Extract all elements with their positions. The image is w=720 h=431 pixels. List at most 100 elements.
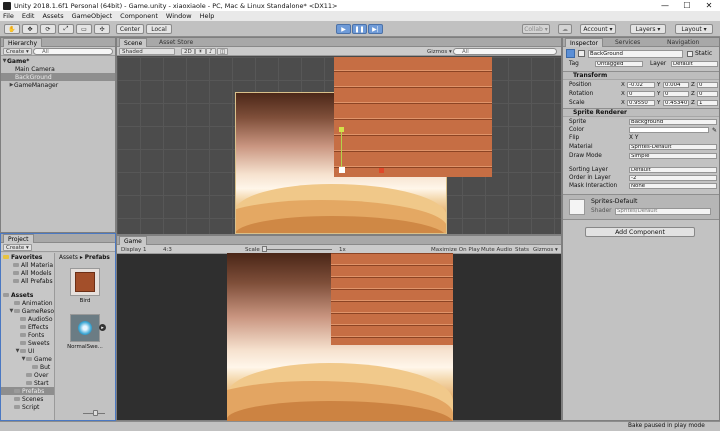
transform-tool-icon[interactable]: ✣ [94, 24, 110, 34]
menu-edit[interactable]: Edit [22, 12, 35, 20]
minimize-button[interactable]: — [654, 0, 676, 11]
pause-button[interactable]: ❚❚ [352, 24, 367, 34]
audio-toggle-icon[interactable]: ♪ [206, 48, 216, 55]
tab-project[interactable]: Project [3, 234, 34, 243]
active-checkbox[interactable] [578, 50, 585, 57]
shading-mode-dropdown[interactable]: Shaded [119, 48, 175, 55]
transform-z-field[interactable]: 1 [697, 99, 718, 107]
favorites-section[interactable]: Favorites [1, 253, 54, 261]
icon-size-slider[interactable] [83, 410, 105, 416]
project-folder-start[interactable]: Start [1, 379, 54, 387]
sprite-renderer-field[interactable]: Simple [629, 152, 717, 160]
transform-y-field[interactable]: 0 [663, 90, 689, 98]
mute-audio-toggle[interactable]: Mute Audio [479, 246, 514, 253]
breadcrumb-assets[interactable]: Assets [59, 255, 78, 261]
sprite-renderer-field[interactable]: -2 [629, 174, 717, 182]
maximize-on-play-toggle[interactable]: Maximize On Play [429, 246, 482, 253]
project-folder-gamereso[interactable]: ▼ GameReso [1, 307, 54, 315]
layers-dropdown[interactable]: Layers ▾ [630, 24, 666, 34]
shader-dropdown[interactable]: Sprites/Default [615, 208, 711, 215]
2d-mode-toggle[interactable]: 2D [181, 48, 195, 55]
close-button[interactable]: ✕ [698, 0, 720, 11]
sprite-renderer-header[interactable]: Sprite Renderer [563, 108, 719, 117]
menu-assets[interactable]: Assets [42, 12, 63, 20]
project-folder-scenes[interactable]: Scenes [1, 395, 54, 403]
project-folder-audioso[interactable]: AudioSo [1, 315, 54, 323]
display-dropdown[interactable]: Display 1 [119, 246, 159, 253]
add-component-button[interactable]: Add Component [585, 227, 695, 237]
account-dropdown[interactable]: Account ▾ [580, 24, 616, 34]
menu-gameobject[interactable]: GameObject [72, 12, 113, 20]
project-folder-script[interactable]: Script [1, 403, 54, 411]
sprite-renderer-field[interactable]: None [629, 182, 717, 190]
hierarchy-item-main-camera[interactable]: Main Camera [1, 65, 115, 73]
tag-dropdown[interactable]: Untagged [595, 60, 643, 68]
prefab-arrow-icon[interactable]: ▸ [99, 324, 106, 331]
transform-x-field[interactable]: -0.02 [627, 81, 655, 89]
rect-tool-icon[interactable]: ▭ [76, 24, 92, 34]
tab-asset-store[interactable]: Asset Store [155, 38, 197, 47]
static-checkbox[interactable] [687, 51, 693, 57]
tab-hierarchy[interactable]: Hierarchy [3, 38, 43, 47]
object-name-field[interactable]: BackGround [588, 50, 683, 58]
project-folder-over[interactable]: Over [1, 371, 54, 379]
project-folder-animation[interactable]: Animation [1, 299, 54, 307]
collab-button[interactable]: Collab ▾ [522, 24, 550, 34]
move-gizmo-x-handle[interactable] [379, 168, 384, 173]
hierarchy-item-gamemanager[interactable]: ▶ GameManager [1, 81, 115, 89]
hierarchy-item-background[interactable]: BackGround [1, 73, 115, 81]
scene-gizmos-dropdown[interactable]: Gizmos ▾ [425, 48, 454, 55]
menu-help[interactable]: Help [200, 12, 215, 20]
project-folder-game[interactable]: ▼ Game [1, 355, 54, 363]
move-gizmo-y-handle[interactable] [339, 127, 344, 132]
project-folder-prefabs[interactable]: Prefabs [1, 387, 54, 395]
menu-component[interactable]: Component [120, 12, 158, 20]
game-render[interactable] [227, 253, 453, 421]
move-gizmo-y-axis[interactable] [341, 130, 342, 172]
tab-inspector[interactable]: Inspector [565, 38, 603, 47]
flip-toggles[interactable]: X Y [629, 135, 638, 141]
project-folder-but[interactable]: But [1, 363, 54, 371]
transform-header[interactable]: Transform [563, 71, 719, 80]
move-gizmo-center[interactable] [339, 167, 345, 173]
sprite-renderer-field[interactable]: Sprites-Default [629, 143, 717, 151]
tab-services[interactable]: Services [611, 38, 644, 47]
hierarchy-search-input[interactable]: All [33, 48, 113, 55]
maximize-button[interactable]: ☐ [676, 0, 698, 11]
sprite-renderer-field[interactable]: Default [629, 166, 717, 174]
scale-slider[interactable] [262, 246, 332, 252]
project-folder-sweets[interactable]: Sweets [1, 339, 54, 347]
project-folder-effects[interactable]: Effects [1, 323, 54, 331]
project-folder-fonts[interactable]: Fonts [1, 331, 54, 339]
menu-window[interactable]: Window [166, 12, 192, 20]
favorite-all-models[interactable]: All Models [1, 269, 54, 277]
board-sprite[interactable] [334, 57, 492, 177]
play-button[interactable]: ▶ [336, 24, 351, 34]
scene-search-input[interactable]: All [453, 48, 557, 55]
assets-root[interactable]: Assets [1, 291, 54, 299]
transform-z-field[interactable]: 0 [697, 90, 718, 98]
favorite-all-materials[interactable]: All Materia [1, 261, 54, 269]
hand-tool-icon[interactable]: ✋ [4, 24, 20, 34]
transform-x-field[interactable]: 0 [627, 90, 655, 98]
transform-z-field[interactable]: 0 [697, 81, 718, 89]
step-button[interactable]: ▶| [368, 24, 383, 34]
color-swatch[interactable] [629, 126, 709, 134]
transform-y-field[interactable]: 0.004 [663, 81, 689, 89]
rotate-tool-icon[interactable]: ⟳ [40, 24, 56, 34]
eyedropper-icon[interactable]: ✎ [712, 127, 717, 134]
favorite-all-prefabs[interactable]: All Prefabs [1, 277, 54, 285]
breadcrumb-prefabs[interactable]: Prefabs [85, 255, 110, 261]
scale-tool-icon[interactable]: ⤢ [58, 24, 74, 34]
tab-scene[interactable]: Scene [119, 38, 148, 47]
asset-bird[interactable] [70, 268, 100, 296]
project-create-button[interactable]: Create ▾ [3, 244, 32, 251]
menu-file[interactable]: File [3, 12, 14, 20]
pivot-toggle[interactable]: Center [116, 24, 144, 34]
stats-toggle[interactable]: Stats [513, 246, 531, 253]
move-tool-icon[interactable]: ✥ [22, 24, 38, 34]
transform-x-field[interactable]: 0.9550 [627, 99, 655, 107]
effects-toggle-icon[interactable]: ◫ [217, 48, 229, 55]
layer-dropdown[interactable]: Default [671, 60, 718, 68]
sprite-renderer-field[interactable]: Background [629, 118, 717, 126]
